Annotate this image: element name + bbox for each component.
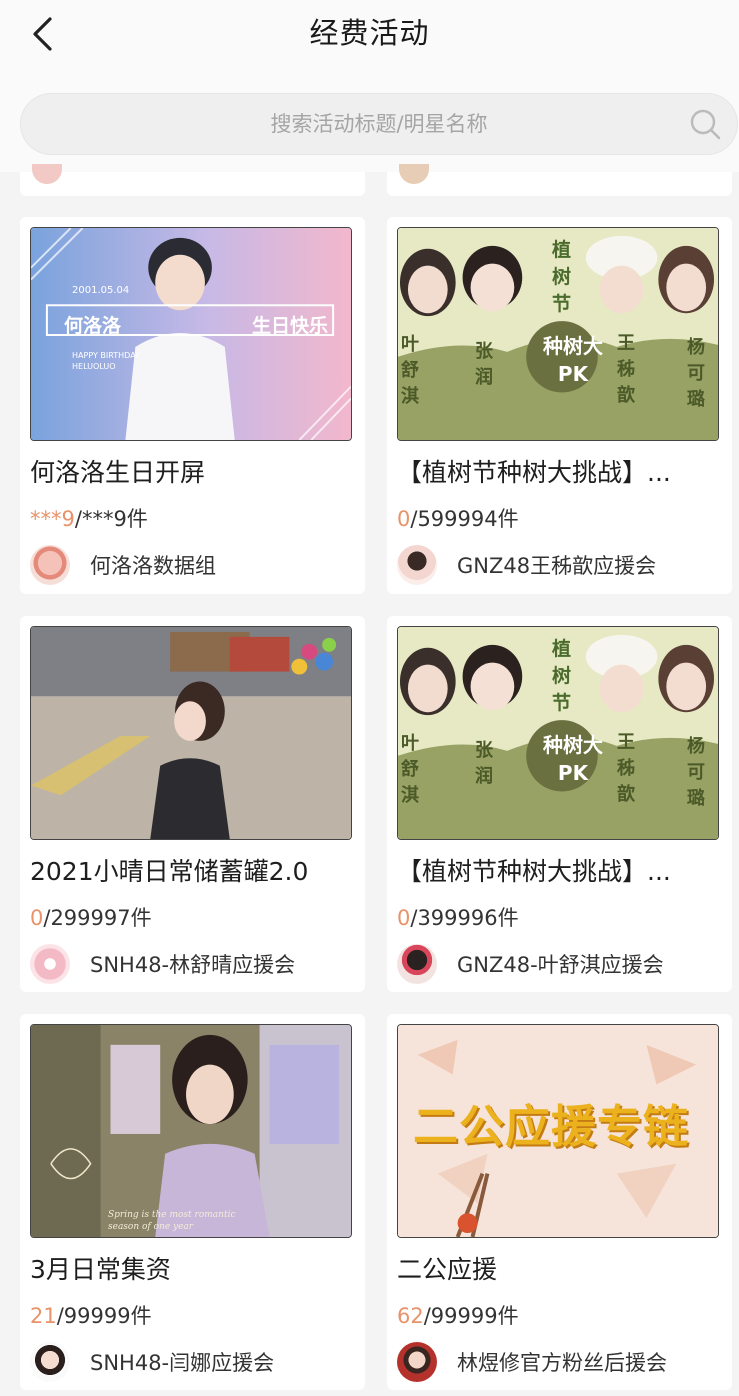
count-total: /399996件	[410, 906, 519, 930]
activity-title: 【植树节种树大挑战】...	[397, 857, 671, 886]
organizer-name: 何洛洛数据组	[90, 554, 216, 578]
banner-greeting: 生日快乐	[252, 315, 329, 337]
banner-headline: 二公应援专链	[413, 1100, 690, 1153]
item-count: 0/599994件	[397, 503, 519, 533]
avatar	[30, 545, 70, 585]
banner-name: 杨可璐	[687, 337, 705, 410]
organizer[interactable]: 何洛洛数据组	[30, 545, 216, 585]
organizer[interactable]: GNZ48王秭歆应援会	[397, 545, 656, 585]
count-total: /***9件	[74, 507, 148, 531]
page-title: 经费活动	[309, 16, 430, 50]
item-count: 0/399996件	[397, 902, 519, 932]
count-current: ***9	[30, 507, 75, 531]
banner-name: 叶舒淇	[401, 334, 419, 407]
banner-name: 王秭歆	[617, 333, 635, 406]
activity-title: 3月日常集资	[30, 1255, 171, 1284]
search-box[interactable]	[20, 93, 738, 155]
count-total: /99999件	[423, 1304, 519, 1328]
count-current: 21	[30, 1304, 57, 1328]
activity-card[interactable]: 2001.05.04 何洛洛 生日快乐 HAPPY BIRTHDAY HELUO…	[20, 217, 365, 594]
banner-script-text: Spring is the most romantic	[108, 1210, 236, 1220]
avatar	[30, 944, 70, 984]
banner-name: 王秭歆	[617, 732, 635, 805]
banner-date: 2001.05.04	[72, 285, 130, 296]
count-current: 62	[397, 1304, 424, 1328]
banner-name: 张润	[475, 341, 493, 388]
organizer[interactable]: SNH48-闫娜应援会	[30, 1342, 274, 1382]
count-current: 0	[397, 507, 411, 531]
item-count: 21/99999件	[30, 1300, 152, 1330]
count-total: /99999件	[56, 1304, 152, 1328]
activity-card[interactable]: 植树节 种树大PK 叶舒淇 张润 王秭歆 杨可璐 【植树节种树大挑战】... 0…	[387, 217, 732, 594]
activity-card[interactable]: 二公应援专链 二公应援 62/99999件 林煜修官方粉丝后援会	[387, 1014, 732, 1390]
avatar	[397, 545, 437, 585]
organizer-name: GNZ48-叶舒淇应援会	[457, 953, 664, 977]
banner-badge: 种树大PK	[543, 733, 603, 785]
activity-card[interactable]: Spring is the most romantic season of on…	[20, 1014, 365, 1390]
banner-name: 何洛洛	[64, 315, 122, 337]
organizer-name: 林煜修官方粉丝后援会	[457, 1351, 667, 1375]
banner-name: 张润	[475, 740, 493, 787]
organizer[interactable]: SNH48-林舒晴应援会	[30, 944, 295, 984]
count-current: 0	[397, 906, 411, 930]
nav-bar: 经费活动	[0, 0, 739, 68]
activity-card[interactable]: 2021小晴日常储蓄罐2.0 0/299997件 SNH48-林舒晴应援会	[20, 616, 365, 992]
banner-top-text: 植树节	[552, 638, 572, 714]
organizer[interactable]: GNZ48-叶舒淇应援会	[397, 944, 664, 984]
activity-banner-image	[30, 626, 352, 840]
item-count: 0/299997件	[30, 902, 152, 932]
organizer-name: SNH48-林舒晴应援会	[90, 953, 296, 977]
count-total: /299997件	[43, 906, 152, 930]
avatar	[399, 164, 429, 184]
search-bar	[0, 68, 739, 172]
activity-title: 2021小晴日常储蓄罐2.0	[30, 857, 309, 886]
card-stub-left[interactable]	[20, 164, 365, 196]
banner-top-text: 植树节	[552, 239, 572, 315]
search-icon[interactable]	[688, 107, 722, 141]
banner-subtext: HAPPY BIRTHDAY	[72, 351, 140, 360]
activity-title: 二公应援	[397, 1255, 498, 1284]
count-current: 0	[30, 906, 44, 930]
activity-card[interactable]: 植树节 种树大PK 叶舒淇 张润 王秭歆 杨可璐 【植树节种树大挑战】... 0…	[387, 616, 732, 992]
activity-title: 何洛洛生日开屏	[30, 458, 206, 487]
banner-name: 杨可璐	[687, 736, 705, 809]
count-total: /599994件	[410, 507, 519, 531]
avatar	[397, 944, 437, 984]
item-count: ***9/***9件	[30, 503, 148, 533]
card-stub-right[interactable]	[387, 164, 732, 196]
organizer-name: GNZ48王秭歆应援会	[457, 554, 657, 578]
banner-script-text: season of one year	[108, 1222, 194, 1232]
organizer[interactable]: 林煜修官方粉丝后援会	[397, 1342, 667, 1382]
activity-banner-image	[30, 1024, 352, 1238]
activity-title: 【植树节种树大挑战】...	[397, 458, 671, 487]
avatar	[397, 1342, 437, 1382]
banner-subtext: HELUOLUO	[72, 362, 116, 371]
banner-name: 叶舒淇	[401, 733, 419, 806]
organizer-name: SNH48-闫娜应援会	[90, 1351, 275, 1375]
avatar	[32, 164, 62, 184]
item-count: 62/99999件	[397, 1300, 519, 1330]
banner-badge: 种树大PK	[543, 334, 603, 386]
avatar	[30, 1342, 70, 1382]
search-input[interactable]	[20, 93, 678, 155]
